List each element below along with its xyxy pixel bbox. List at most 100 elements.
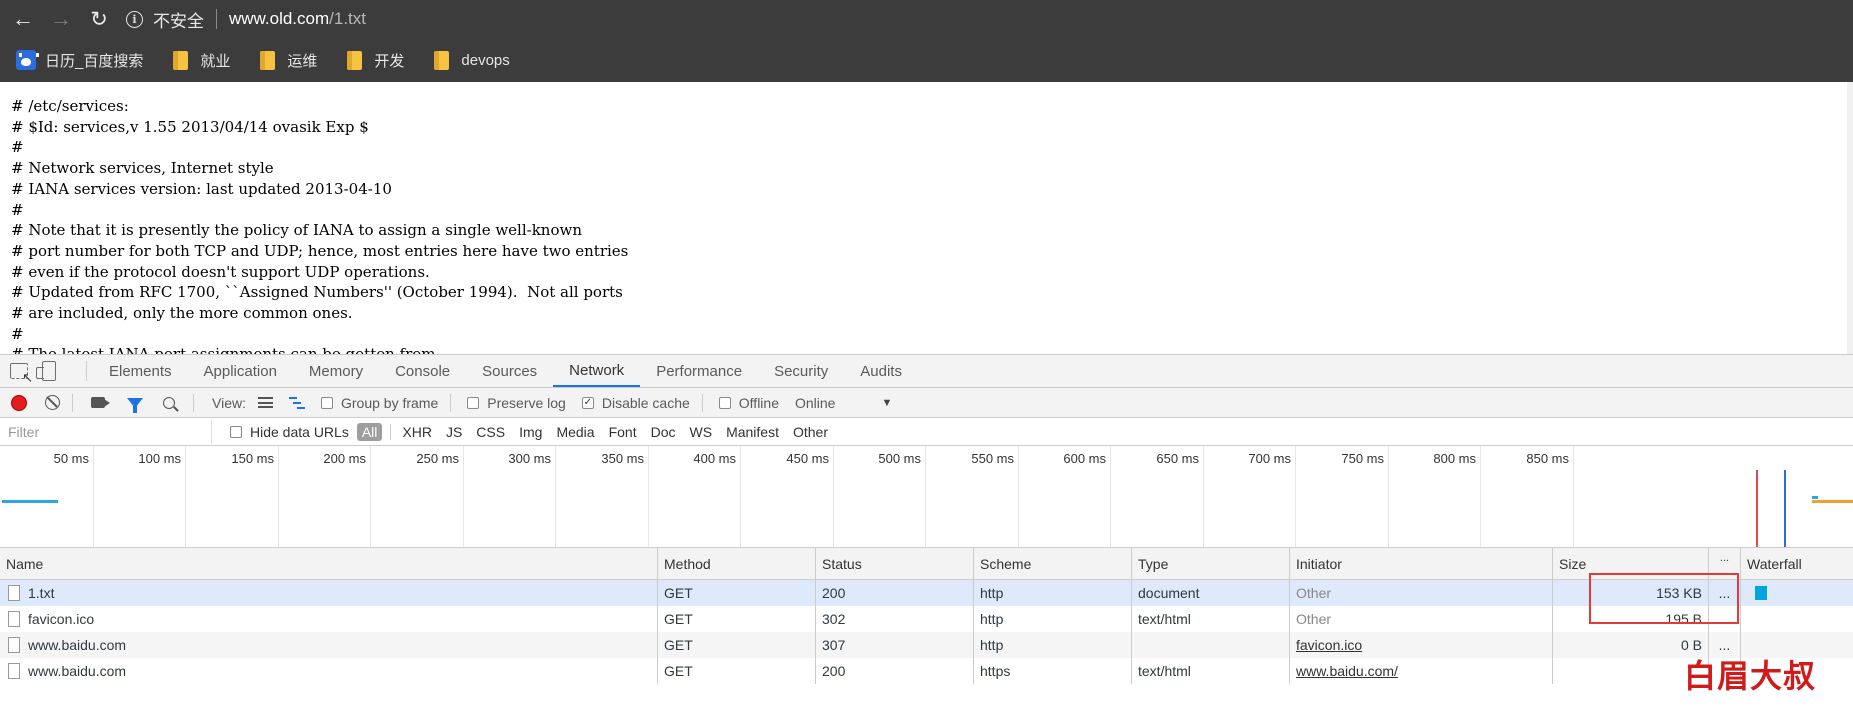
- chevron-down-icon[interactable]: ▼: [881, 397, 892, 409]
- search-icon[interactable]: [163, 396, 175, 409]
- tab-security[interactable]: Security: [758, 355, 844, 387]
- request-name[interactable]: www.baidu.com: [28, 637, 126, 653]
- waterfall-view-icon[interactable]: [288, 396, 305, 409]
- initiator-link[interactable]: favicon.ico: [1296, 637, 1362, 653]
- omnibox-divider: [216, 9, 217, 29]
- column-header-type[interactable]: Type: [1132, 548, 1290, 579]
- column-header-scheme[interactable]: Scheme: [974, 548, 1132, 579]
- filter-type-all[interactable]: All: [356, 422, 383, 441]
- bookmarks-bar: 日历_百度搜索 就业 运维 开发 devops: [0, 38, 1853, 82]
- devtools-tab-bar: Elements Application Memory Console Sour…: [0, 355, 1853, 388]
- security-label[interactable]: 不安全: [153, 7, 204, 32]
- request-initiator: Other: [1290, 606, 1553, 632]
- table-row[interactable]: favicon.ico GET 302 http text/html Other…: [0, 606, 1853, 632]
- timeline-gridline: [278, 446, 279, 547]
- tab-sources[interactable]: Sources: [466, 355, 553, 387]
- timeline-gridline: [1018, 446, 1019, 547]
- reload-button[interactable]: ↻: [84, 4, 114, 34]
- offline-checkbox[interactable]: [718, 396, 731, 409]
- request-scheme: https: [974, 658, 1132, 684]
- bookmark-folder-dev[interactable]: 开发: [347, 50, 404, 71]
- timeline-gridline: [185, 446, 186, 547]
- bookmark-folder-jobs[interactable]: 就业: [173, 50, 230, 71]
- tab-performance[interactable]: Performance: [640, 355, 758, 387]
- load-event-line: [1756, 470, 1758, 547]
- filter-type-other[interactable]: Other: [786, 424, 835, 440]
- request-name[interactable]: favicon.ico: [28, 611, 94, 627]
- request-name[interactable]: 1.txt: [28, 585, 54, 601]
- tab-divider: [86, 361, 87, 381]
- table-row[interactable]: www.baidu.com GET 200 https text/html ww…: [0, 658, 1853, 684]
- timeline-gridline: [1573, 446, 1574, 547]
- column-header-name[interactable]: Name: [0, 548, 658, 579]
- url-path[interactable]: /1.txt: [329, 9, 366, 29]
- tab-memory[interactable]: Memory: [293, 355, 379, 387]
- device-toolbar-icon[interactable]: [36, 361, 56, 381]
- preserve-log-checkbox[interactable]: [467, 396, 480, 409]
- list-view-icon[interactable]: [257, 397, 273, 408]
- resource-type-filters: All XHR JS CSS Img Media Font Doc WS Man…: [353, 422, 835, 441]
- tab-audits[interactable]: Audits: [844, 355, 918, 387]
- filter-type-doc[interactable]: Doc: [644, 424, 683, 440]
- filter-type-media[interactable]: Media: [549, 424, 601, 440]
- table-row[interactable]: 1.txt GET 200 http document Other 153 KB…: [0, 580, 1853, 606]
- forward-button[interactable]: →: [46, 4, 76, 34]
- requests-table: Name Method Status Scheme Type Initiator…: [0, 548, 1853, 714]
- timeline-gridline: [925, 446, 926, 547]
- info-icon[interactable]: i: [126, 10, 143, 28]
- tab-elements[interactable]: Elements: [93, 355, 188, 387]
- folder-icon: [260, 50, 276, 70]
- inspect-element-icon[interactable]: [10, 363, 33, 386]
- filter-type-xhr[interactable]: XHR: [395, 424, 439, 440]
- initiator-link[interactable]: www.baidu.com/: [1296, 663, 1398, 679]
- column-header-more[interactable]: ...: [1709, 548, 1741, 579]
- clear-icon[interactable]: [45, 395, 60, 410]
- bookmark-label: 开发: [374, 52, 405, 70]
- filter-type-font[interactable]: Font: [602, 424, 644, 440]
- tab-network[interactable]: Network: [553, 355, 641, 387]
- camera-icon[interactable]: [91, 397, 110, 408]
- column-header-waterfall[interactable]: Waterfall: [1741, 548, 1853, 579]
- bookmark-label: 运维: [287, 52, 318, 70]
- group-by-frame-checkbox[interactable]: [320, 396, 333, 409]
- timeline-gridline: [833, 446, 834, 547]
- request-size: 195 B: [1553, 606, 1709, 632]
- address-bar[interactable]: i 不安全 www.old.com/1.txt: [126, 4, 366, 34]
- filter-type-manifest[interactable]: Manifest: [719, 424, 786, 440]
- column-header-size[interactable]: Size: [1553, 548, 1709, 579]
- throttling-select[interactable]: Online: [795, 395, 835, 411]
- page-scrollbar[interactable]: [1847, 82, 1853, 354]
- network-overview-timeline[interactable]: 50 ms 100 ms 150 ms 200 ms 250 ms 300 ms 350 m…: [0, 446, 1853, 548]
- request-name[interactable]: www.baidu.com: [28, 663, 126, 679]
- disable-cache-checkbox[interactable]: ✓: [581, 396, 594, 409]
- filter-type-img[interactable]: Img: [512, 424, 549, 440]
- record-icon[interactable]: [11, 394, 27, 411]
- column-header-initiator[interactable]: Initiator: [1290, 548, 1553, 579]
- column-header-method[interactable]: Method: [658, 548, 816, 579]
- timeline-tick-label: 100 ms: [138, 451, 181, 466]
- timeline-tick-label: 750 ms: [1341, 451, 1384, 466]
- timeline-tick-label: 150 ms: [231, 451, 274, 466]
- folder-icon: [173, 50, 189, 70]
- filter-divider: [390, 423, 392, 440]
- bookmark-folder-devops[interactable]: devops: [434, 50, 510, 70]
- request-status: 200: [816, 580, 974, 606]
- filter-type-js[interactable]: JS: [439, 424, 469, 440]
- filter-input[interactable]: Filter: [2, 419, 212, 444]
- hide-data-urls-checkbox[interactable]: [230, 425, 242, 438]
- devtools-panel: Elements Application Memory Console Sour…: [0, 354, 1853, 716]
- url-host[interactable]: www.old.com: [229, 9, 329, 29]
- filter-icon[interactable]: [127, 397, 143, 413]
- toolbar-divider: [701, 393, 703, 412]
- filter-type-css[interactable]: CSS: [469, 424, 512, 440]
- tab-console[interactable]: Console: [379, 355, 466, 387]
- bookmark-baidu-calendar[interactable]: 日历_百度搜索: [16, 50, 143, 71]
- table-row[interactable]: www.baidu.com GET 307 http favicon.ico 0…: [0, 632, 1853, 658]
- tab-application[interactable]: Application: [188, 355, 293, 387]
- timeline-gridline: [740, 446, 741, 547]
- back-button[interactable]: ←: [8, 4, 38, 34]
- timeline-tick-label: 600 ms: [1063, 451, 1106, 466]
- filter-type-ws[interactable]: WS: [683, 424, 720, 440]
- column-header-status[interactable]: Status: [816, 548, 974, 579]
- bookmark-folder-ops[interactable]: 运维: [260, 50, 317, 71]
